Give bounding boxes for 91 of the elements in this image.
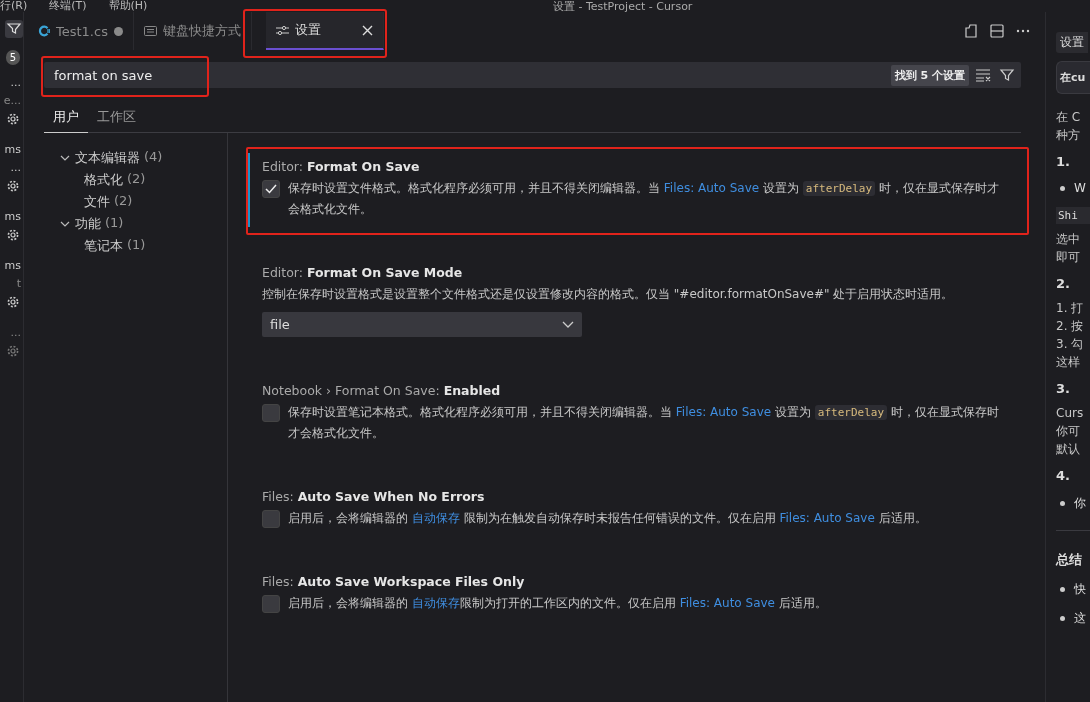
answer-text: 你 (1074, 495, 1086, 512)
item-label: e... (3, 93, 21, 109)
search-bar[interactable]: format on save 找到 5 个设置 (44, 62, 1021, 88)
tree-item[interactable]: 文本编辑器 (4) (75, 149, 163, 167)
answer-text: Curs (1056, 405, 1085, 422)
setting-title: Files: Auto Save When No Errors (262, 489, 486, 504)
setting-description: 启用后，会将编辑器的 自动保存限制为打开的工作区内的文件。仅在启用 Files: Auto Save 后适用。 (288, 595, 828, 612)
editor-tab[interactable]: 设置 (265, 12, 384, 50)
settings-icon[interactable] (6, 112, 20, 126)
result-count: 找到 5 个设置 (890, 64, 969, 86)
answer-text: 默认 (1056, 441, 1081, 458)
setting-title: Files: Auto Save Workspace Files Only (262, 574, 526, 589)
answer-text: 在 C (1056, 109, 1082, 126)
answer-text: 快 (1074, 581, 1086, 598)
setting-description: 保存时设置笔记本格式。格式化程序必须可用，并且不得关闭编辑器。当 Files: Auto Save 设置为 afterDelay 时，仅在显式保存时才会格式化文件。 (288, 404, 1000, 442)
answer-text: 种方 (1056, 127, 1081, 144)
setting-link[interactable]: 自动保存 (411, 596, 460, 610)
tree-item[interactable]: 文件 (2) (84, 193, 133, 211)
chevron-down-icon (562, 320, 574, 329)
setting-description: 保存时设置文件格式。格式化程序必须可用，并且不得关闭编辑器。当 Files: Auto Save 设置为 afterDelay 时，仅在显式保存时才会格式化文件。 (288, 180, 1000, 218)
code-snippet: Shi (1056, 207, 1090, 224)
dropdown[interactable]: file (262, 312, 582, 337)
item-label: ms (4, 142, 21, 158)
bullet-dot (1060, 185, 1065, 191)
item-label: ms (4, 258, 21, 274)
chat-input[interactable]: 在cu (1056, 61, 1090, 94)
chevron-down-icon[interactable] (60, 219, 70, 229)
settings-icon[interactable] (6, 295, 20, 309)
scope-tab[interactable]: 工作区 (88, 102, 145, 133)
checkbox[interactable] (262, 595, 280, 613)
setting-link[interactable]: Files: Auto Save (675, 405, 772, 419)
window-title: 设置 - TestProject - Cursor (553, 0, 693, 14)
answer-text: 选中 (1056, 231, 1081, 248)
csharp-icon (38, 25, 50, 37)
checkbox[interactable] (262, 404, 280, 422)
answer-text: 2. 按 (1056, 318, 1085, 335)
setting-link[interactable]: Files: Auto Save (663, 181, 760, 195)
setting-link[interactable]: Files: Auto Save (679, 596, 775, 610)
clear-filter-icon[interactable] (975, 68, 993, 82)
tree-item[interactable]: 格式化 (2) (84, 171, 146, 189)
setting-link[interactable]: Files: Auto Save (779, 511, 875, 525)
setting-title: Notebook › Format On Save: Enabled (262, 383, 502, 398)
setting-title: Editor: Format On Save Mode (262, 265, 464, 280)
answer-heading: 1. (1056, 154, 1071, 169)
item-label: ... (10, 160, 21, 176)
menu-item[interactable]: 帮助(H) (108, 0, 148, 12)
bullet-dot (1060, 501, 1065, 506)
editor-tab[interactable]: Test1.cs (28, 12, 134, 50)
answer-text: 这 (1074, 610, 1086, 627)
keyboard-icon (143, 26, 157, 36)
item-label: ... (10, 75, 21, 91)
sliders-icon (275, 24, 289, 36)
answer-text: 即可 (1056, 249, 1081, 266)
chevron-down-icon[interactable] (60, 153, 70, 163)
setting-link[interactable]: 自动保存 (411, 511, 460, 525)
item-label: ms (4, 209, 21, 225)
settings-icon[interactable] (6, 228, 20, 242)
setting-description: 启用后，会将编辑器的 自动保存 限制为在触发自动保存时未报告任何错误的文件。仅在启用 Files: Auto Save 后适用。 (288, 510, 928, 527)
check-icon (265, 184, 277, 194)
search-field[interactable]: format on save (54, 67, 885, 83)
answer-heading: 2. (1056, 276, 1071, 291)
count-badge: 5 (6, 50, 20, 65)
context-chip[interactable]: 设置 (1056, 32, 1088, 53)
answer-text: 你可 (1056, 423, 1081, 440)
answer-text: 1. 打 (1056, 300, 1085, 317)
close-icon[interactable] (361, 24, 373, 36)
checkbox[interactable] (262, 510, 280, 528)
answer-text: W (1074, 181, 1086, 195)
answer-text: 3. 勾 (1056, 336, 1085, 353)
answer-heading: 4. (1056, 468, 1071, 483)
answer-heading: 总结 (1056, 551, 1083, 569)
filter-icon[interactable] (999, 67, 1015, 83)
answer-heading: 3. (1056, 381, 1071, 396)
item-label: ... (10, 325, 21, 341)
bullet-dot (1060, 587, 1065, 592)
bullet-dot (1060, 616, 1065, 621)
open-file-icon[interactable] (963, 23, 979, 39)
checkbox[interactable] (262, 180, 280, 198)
tree-item[interactable]: 功能 (1) (75, 215, 124, 233)
filter-icon (5, 20, 23, 38)
tree-item[interactable]: 笔记本 (1) (84, 237, 146, 255)
setting-description: 控制在保存时设置格式是设置整个文件格式还是仅设置修改内容的格式。仅当 "#editor.formatOnSave#" 处于启用状态时适用。 (262, 286, 955, 303)
setting-title: Editor: Format On Save (262, 159, 421, 174)
scope-tab[interactable]: 用户 (44, 102, 88, 133)
menu-item[interactable]: 终端(T) (49, 0, 87, 12)
editor-tab[interactable]: 键盘快捷方式 (133, 12, 252, 50)
menu-item[interactable]: 行(R) (0, 0, 28, 12)
answer-text: 这样 (1056, 354, 1081, 371)
item-label: t (16, 276, 21, 292)
split-editor-icon[interactable] (989, 23, 1005, 39)
settings-icon[interactable] (6, 179, 20, 193)
